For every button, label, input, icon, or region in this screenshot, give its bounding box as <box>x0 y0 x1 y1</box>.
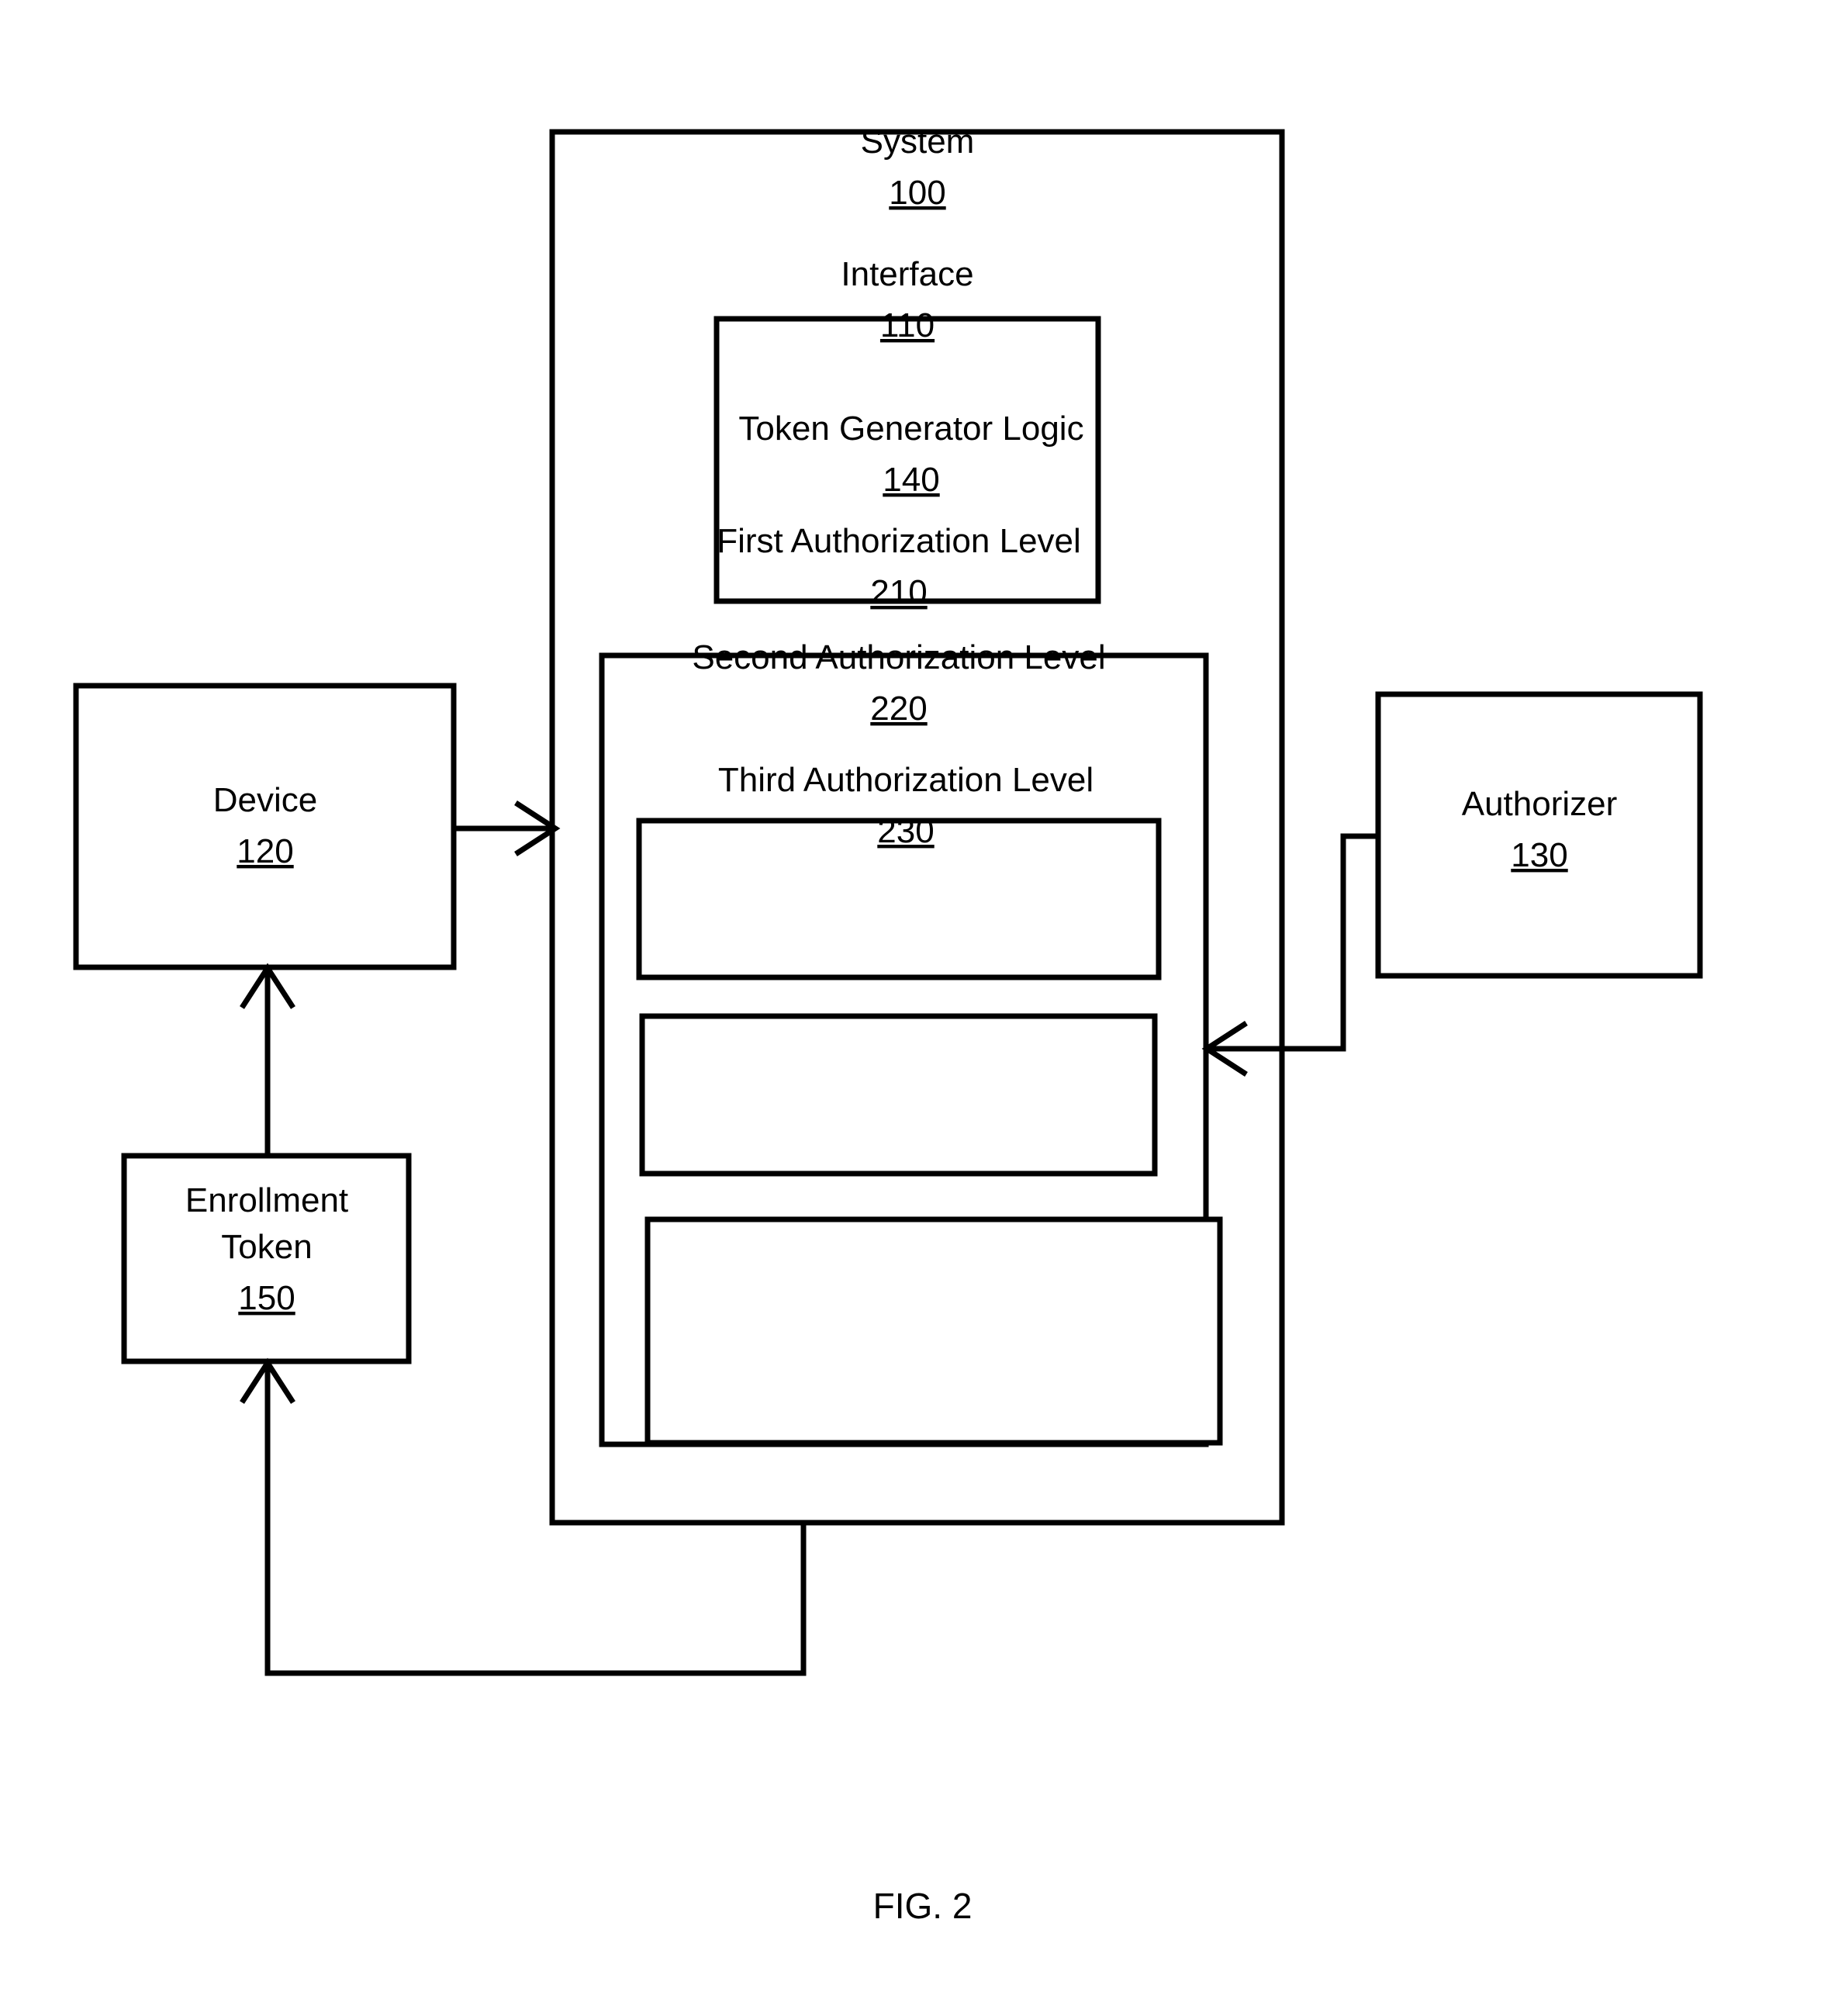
first-authorization-level-ref: 210 <box>870 573 927 611</box>
device-ref: 120 <box>237 832 293 870</box>
third-authorization-level-label: Third Authorization Level <box>718 761 1094 799</box>
authorizer-label: Authorizer <box>1462 785 1618 823</box>
third-authorization-level-ref: 230 <box>877 812 934 850</box>
third-authorization-level-box <box>644 1216 1223 1446</box>
token-generator-logic-ref: 140 <box>883 461 939 499</box>
interface-label: Interface <box>841 255 973 293</box>
authorizer-ref: 130 <box>1511 836 1567 874</box>
second-authorization-level-label: Second Authorization Level <box>692 638 1105 676</box>
connector-enrollment-token-to-device <box>240 963 295 1156</box>
device-box <box>73 683 457 970</box>
authorizer-box <box>1375 691 1703 979</box>
second-authorization-level-box <box>639 1013 1158 1177</box>
patent-figure: System 100 Interface 110 Token Generator… <box>0 0 1845 2016</box>
block-diagram: System 100 Interface 110 Token Generator… <box>73 123 1703 1676</box>
connector-device-to-system <box>454 801 561 856</box>
figure-caption-wrap: FIG. 2 <box>0 1885 1845 1927</box>
enrollment-token-label-line2: Token <box>221 1228 312 1266</box>
system-label: System <box>861 123 975 161</box>
enrollment-token-ref: 150 <box>238 1279 295 1317</box>
second-authorization-level-ref: 220 <box>870 690 927 728</box>
enrollment-token-label-line1: Enrollment <box>185 1181 348 1219</box>
first-authorization-level-label: First Authorization Level <box>717 522 1081 560</box>
device-label: Device <box>213 781 318 819</box>
interface-ref: 110 <box>880 306 935 344</box>
token-generator-logic-label: Token Generator Logic <box>738 410 1083 448</box>
system-ref: 100 <box>889 174 945 212</box>
figure-caption: FIG. 2 <box>872 1886 973 1926</box>
